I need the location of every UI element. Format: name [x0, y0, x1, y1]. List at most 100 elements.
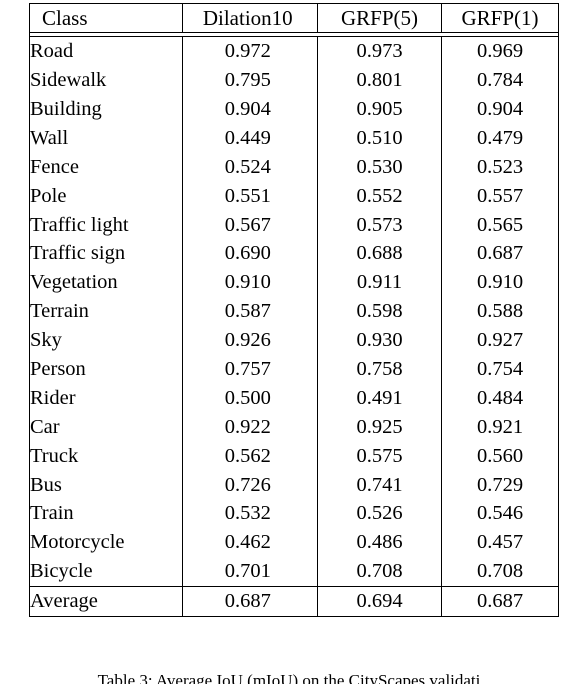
- table-caption-text: Table 3: Average IoU (mIoU) on the CityS…: [97, 671, 481, 684]
- cell-average-dilation10: 0.687: [224, 590, 271, 613]
- cell-grfp1: 0.588: [441, 297, 559, 326]
- cell-grfp1: 0.904: [441, 94, 559, 124]
- table-row: Car 0.922 0.925 0.921: [30, 412, 559, 442]
- cell-grfp5: 0.486: [317, 528, 442, 558]
- table-row: Sidewalk 0.795 0.801 0.784: [30, 65, 559, 95]
- table-summary-row: Average 0.687 0.694 0.687: [30, 586, 559, 617]
- cell-grfp5: 0.801: [317, 65, 442, 95]
- cell-grfp5: 0.491: [317, 383, 442, 413]
- cell-grfp1: 0.969: [441, 36, 559, 66]
- table-row: Traffic light 0.567 0.573 0.565: [30, 210, 559, 240]
- cell-dilation10: 0.922: [224, 415, 271, 438]
- cell-grfp1: 0.546: [441, 499, 559, 529]
- results-table: Class Dilation10 GRFP(5) GRFP(1) Road 0.…: [29, 3, 559, 617]
- cell-class: Pole: [30, 181, 183, 211]
- cell-dilation10: 0.524: [224, 155, 271, 178]
- cell-average-grfp5: 0.694: [317, 586, 442, 617]
- table-row: Road 0.972 0.973 0.969: [30, 36, 559, 66]
- cell-grfp5: 0.552: [317, 181, 442, 211]
- table-row: Wall 0.449 0.510 0.479: [30, 123, 559, 153]
- cell-grfp1: 0.523: [441, 152, 559, 182]
- cell-class: Train: [30, 499, 183, 529]
- table-row: Train 0.532 0.526 0.546: [30, 499, 559, 529]
- table-row: Truck 0.562 0.575 0.560: [30, 441, 559, 471]
- results-table-container: Class Dilation10 GRFP(5) GRFP(1) Road 0.…: [29, 3, 559, 617]
- column-header-grfp1: GRFP(1): [441, 3, 559, 33]
- cell-class: Rider: [30, 383, 183, 413]
- table-row: Person 0.757 0.758 0.754: [30, 354, 559, 384]
- column-header-class: Class: [30, 3, 183, 33]
- cell-dilation10: 0.562: [224, 444, 271, 467]
- cell-class: Car: [30, 412, 183, 442]
- cell-class: Wall: [30, 123, 183, 153]
- cell-grfp1: 0.910: [441, 268, 559, 298]
- cell-grfp5: 0.526: [317, 499, 442, 529]
- cell-grfp1: 0.708: [441, 557, 559, 587]
- cell-grfp5: 0.573: [317, 210, 442, 240]
- cell-grfp5: 0.530: [317, 152, 442, 182]
- cell-class: Motorcycle: [30, 528, 183, 557]
- cell-grfp5: 0.708: [317, 557, 442, 587]
- page-root: Class Dilation10 GRFP(5) GRFP(1) Road 0.…: [0, 0, 578, 684]
- cell-grfp5: 0.575: [317, 441, 442, 471]
- cell-grfp1: 0.927: [441, 325, 559, 355]
- cell-dilation10: 0.500: [224, 386, 271, 409]
- cell-grfp1: 0.565: [441, 210, 559, 240]
- cell-grfp5: 0.741: [317, 470, 442, 500]
- cell-grfp5: 0.905: [317, 94, 442, 124]
- cell-dilation10: 0.701: [224, 560, 271, 583]
- cell-class: Fence: [30, 152, 183, 182]
- table-header-row: Class Dilation10 GRFP(5) GRFP(1): [30, 3, 559, 33]
- table-row: Motorcycle 0.462 0.486 0.457: [30, 528, 559, 558]
- table-row: Fence 0.524 0.530 0.523: [30, 152, 559, 182]
- cell-dilation10: 0.532: [224, 502, 271, 525]
- cell-grfp1: 0.784: [441, 65, 559, 95]
- table-row: Traffic sign 0.690 0.688 0.687: [30, 239, 559, 269]
- table-row: Pole 0.551 0.552 0.557: [30, 181, 559, 211]
- cell-class: Building: [30, 94, 183, 124]
- cell-class: Bus: [30, 470, 183, 500]
- cell-grfp5: 0.925: [317, 412, 442, 442]
- cell-dilation10: 0.690: [224, 242, 271, 265]
- table-row: Bus 0.726 0.741 0.729: [30, 470, 559, 500]
- cell-dilation10: 0.795: [224, 69, 271, 92]
- table-caption: Table 3: Average IoU (mIoU) on the CityS…: [0, 664, 578, 684]
- cell-dilation10: 0.567: [224, 213, 271, 236]
- table-row: Vegetation 0.910 0.911 0.910: [30, 268, 559, 298]
- cell-grfp1: 0.479: [441, 123, 559, 153]
- cell-class: Terrain: [30, 297, 183, 326]
- table-row: Bicycle 0.701 0.708 0.708: [30, 557, 559, 587]
- cell-grfp5: 0.688: [317, 239, 442, 269]
- cell-dilation10: 0.726: [224, 473, 271, 496]
- cell-grfp1: 0.687: [441, 239, 559, 269]
- table-row: Terrain 0.587 0.598 0.588: [30, 297, 559, 326]
- cell-dilation10: 0.904: [224, 97, 271, 120]
- table-row: Sky 0.926 0.930 0.927: [30, 325, 559, 355]
- cell-class-average: Average: [30, 586, 183, 617]
- cell-class: Traffic light: [30, 210, 183, 240]
- cell-grfp1: 0.921: [441, 412, 559, 442]
- cell-grfp5: 0.930: [317, 325, 442, 355]
- cell-class: Vegetation: [30, 268, 183, 297]
- cell-grfp5: 0.758: [317, 354, 442, 384]
- cell-dilation10: 0.449: [224, 126, 271, 149]
- cell-grfp5: 0.598: [317, 297, 442, 326]
- cell-average-grfp1: 0.687: [441, 586, 559, 617]
- cell-grfp5: 0.911: [317, 268, 442, 298]
- cell-dilation10: 0.462: [224, 531, 271, 554]
- cell-dilation10: 0.587: [224, 300, 271, 323]
- column-header-dilation10: Dilation10: [202, 5, 293, 30]
- cell-dilation10: 0.926: [224, 329, 271, 352]
- cell-grfp1: 0.729: [441, 470, 559, 500]
- table-row: Building 0.904 0.905 0.904: [30, 94, 559, 124]
- cell-grfp1: 0.560: [441, 441, 559, 471]
- cell-class: Sky: [30, 325, 183, 355]
- cell-class: Bicycle: [30, 557, 183, 587]
- cell-class: Road: [30, 36, 183, 66]
- table-row: Rider 0.500 0.491 0.484: [30, 383, 559, 413]
- cell-grfp5: 0.510: [317, 123, 442, 153]
- cell-dilation10: 0.910: [224, 271, 271, 294]
- cell-grfp1: 0.754: [441, 354, 559, 384]
- cell-class: Person: [30, 354, 183, 384]
- cell-grfp5: 0.973: [317, 36, 442, 66]
